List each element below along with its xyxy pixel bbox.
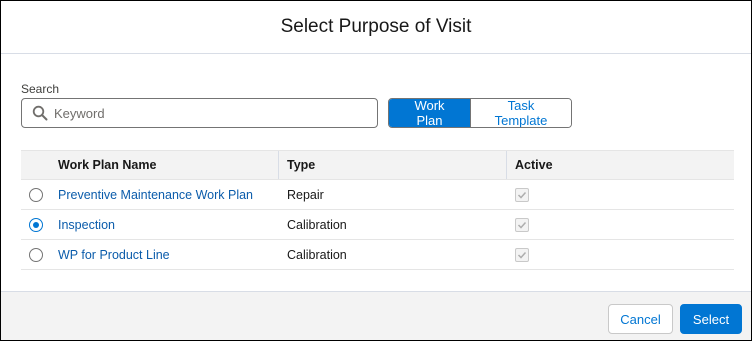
row-radio-cell bbox=[21, 210, 50, 239]
table-row[interactable]: Inspection Calibration bbox=[21, 210, 734, 240]
work-plan-type: Calibration bbox=[287, 217, 347, 232]
work-plan-name-link[interactable]: WP for Product Line bbox=[50, 240, 279, 269]
cancel-button[interactable]: Cancel bbox=[608, 304, 673, 334]
search-input[interactable] bbox=[54, 100, 364, 126]
select-purpose-modal: Select Purpose of Visit Search Work Plan… bbox=[0, 0, 752, 341]
table-row[interactable]: WP for Product Line Calibration bbox=[21, 240, 734, 270]
active-checkbox bbox=[515, 247, 529, 262]
plan-type-toggle: Work Plan Task Template bbox=[388, 98, 572, 128]
select-column-header bbox=[21, 151, 50, 179]
check-icon bbox=[517, 191, 527, 199]
column-header-active[interactable]: Active bbox=[507, 151, 734, 179]
modal-footer: Cancel Select bbox=[1, 291, 751, 340]
search-icon bbox=[32, 105, 48, 121]
column-header-name[interactable]: Work Plan Name bbox=[50, 151, 279, 179]
work-plan-button[interactable]: Work Plan bbox=[389, 99, 470, 127]
table-row[interactable]: Preventive Maintenance Work Plan Repair bbox=[21, 180, 734, 210]
active-checkbox bbox=[515, 187, 529, 202]
active-cell bbox=[507, 210, 734, 239]
check-icon bbox=[517, 251, 527, 259]
check-icon bbox=[517, 221, 527, 229]
work-plan-name-link[interactable]: Inspection bbox=[50, 210, 279, 239]
column-header-type[interactable]: Type bbox=[279, 151, 507, 179]
modal-title: Select Purpose of Visit bbox=[280, 16, 472, 37]
active-checkbox bbox=[515, 217, 529, 232]
work-plan-table: Work Plan Name Type Active Preventive Ma… bbox=[21, 150, 734, 270]
table-header: Work Plan Name Type Active bbox=[21, 150, 734, 180]
row-radio-cell bbox=[21, 240, 50, 269]
radio-dot bbox=[33, 221, 39, 228]
row-radio[interactable] bbox=[29, 247, 43, 262]
modal-header: Select Purpose of Visit bbox=[1, 1, 751, 54]
work-plan-name-link[interactable]: Preventive Maintenance Work Plan bbox=[50, 180, 279, 209]
select-button[interactable]: Select bbox=[680, 304, 742, 334]
work-plan-type: Repair bbox=[287, 187, 324, 202]
active-cell bbox=[507, 180, 734, 209]
search-label: Search bbox=[21, 82, 60, 96]
work-plan-type: Calibration bbox=[287, 247, 347, 262]
search-box[interactable] bbox=[21, 98, 378, 128]
row-radio[interactable] bbox=[29, 187, 43, 202]
row-radio-cell bbox=[21, 180, 50, 209]
active-cell bbox=[507, 240, 734, 269]
task-template-button[interactable]: Task Template bbox=[470, 99, 571, 127]
row-radio-selected[interactable] bbox=[29, 217, 43, 232]
